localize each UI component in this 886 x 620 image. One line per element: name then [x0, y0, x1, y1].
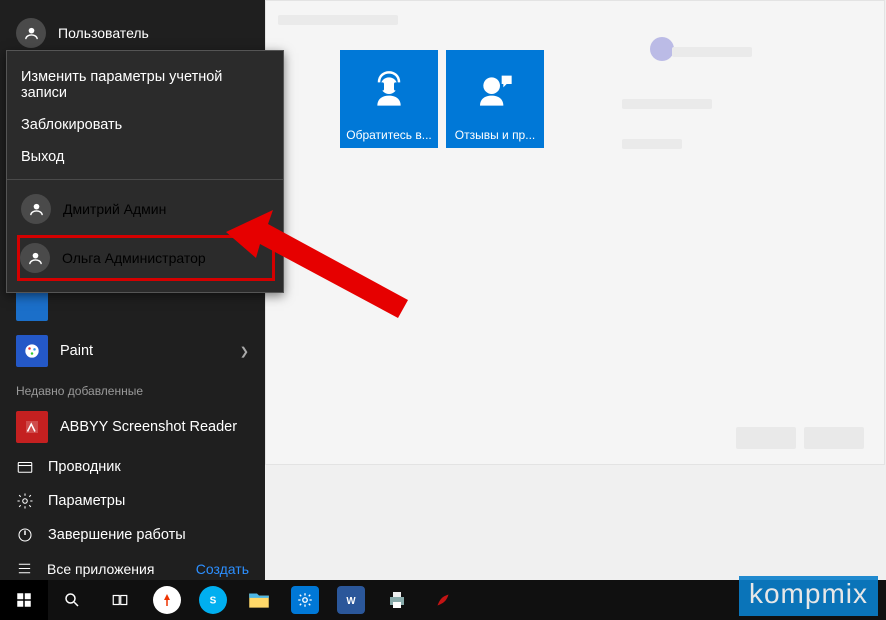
- switch-user-olga-highlighted[interactable]: Ольга Администратор: [17, 235, 275, 281]
- user-account-flyout: Изменить параметры учетной записи Заблок…: [6, 50, 284, 293]
- user-avatar-icon: [16, 18, 46, 48]
- create-link[interactable]: Создать: [196, 561, 249, 577]
- user-name-label: Ольга Администратор: [62, 250, 206, 266]
- user-avatar-icon: [21, 194, 51, 224]
- taskbar-app-explorer[interactable]: [236, 580, 282, 620]
- task-view-button[interactable]: [96, 580, 144, 620]
- gear-icon: [16, 492, 34, 510]
- paint-icon: [16, 335, 48, 367]
- signout-item[interactable]: Выход: [7, 141, 283, 173]
- change-account-settings[interactable]: Изменить параметры учетной записи: [7, 61, 283, 109]
- power-icon: [16, 526, 34, 544]
- taskbar-app-printer[interactable]: [374, 580, 420, 620]
- separator: [7, 179, 283, 180]
- recently-added-header: Недавно добавленные: [0, 374, 265, 404]
- yandex-icon: [153, 586, 181, 614]
- word-icon: W: [337, 586, 365, 614]
- search-icon: [63, 591, 81, 609]
- user-name-label: Дмитрий Админ: [63, 201, 166, 217]
- taskbar-app-word[interactable]: W: [328, 580, 374, 620]
- user-avatar-icon: [20, 243, 50, 273]
- start-menu-tiles: Обратитесь в... Отзывы и пр...: [340, 50, 544, 148]
- settings-button[interactable]: Параметры: [0, 484, 265, 518]
- power-label: Завершение работы: [48, 527, 186, 543]
- printer-icon: [383, 586, 411, 614]
- windows-icon: [15, 591, 33, 609]
- svg-text:S: S: [210, 595, 217, 606]
- app-label: ABBYY Screenshot Reader: [60, 419, 237, 435]
- support-icon: [369, 50, 409, 128]
- app-icon: [429, 586, 457, 614]
- taskbar-app-skype[interactable]: S: [190, 580, 236, 620]
- watermark: kompmix: [739, 576, 878, 616]
- power-button[interactable]: Завершение работы: [0, 518, 265, 552]
- tile-contact-support[interactable]: Обратитесь в...: [340, 50, 438, 148]
- explorer-icon: [16, 458, 34, 476]
- folder-icon: [245, 586, 273, 614]
- app-icon: [16, 289, 48, 321]
- chevron-right-icon: ❯: [240, 345, 249, 358]
- all-apps-label: Все приложения: [47, 561, 154, 577]
- feedback-icon: [475, 50, 515, 128]
- svg-text:W: W: [346, 596, 356, 607]
- current-user-name: Пользователь: [58, 25, 149, 41]
- start-menu-bottom: Проводник Параметры Завершение работы Вс…: [0, 450, 265, 595]
- tile-feedback[interactable]: Отзывы и пр...: [446, 50, 544, 148]
- tile-label: Отзывы и пр...: [455, 128, 536, 142]
- hamburger-icon: [16, 560, 33, 577]
- task-view-icon: [111, 591, 129, 609]
- app-item-paint[interactable]: Paint ❯: [0, 328, 265, 374]
- skype-icon: S: [199, 586, 227, 614]
- tile-label: Обратитесь в...: [346, 128, 432, 142]
- settings-icon: [291, 586, 319, 614]
- taskbar-app-yandex[interactable]: [144, 580, 190, 620]
- app-label: Paint: [60, 343, 93, 359]
- app-item-abbyy[interactable]: ABBYY Screenshot Reader: [0, 404, 265, 450]
- taskbar-app-settings[interactable]: [282, 580, 328, 620]
- explorer-label: Проводник: [48, 459, 121, 475]
- start-button[interactable]: [0, 580, 48, 620]
- taskbar-app-unknown-red[interactable]: [420, 580, 466, 620]
- explorer-button[interactable]: Проводник: [0, 450, 265, 484]
- abbyy-icon: [16, 411, 48, 443]
- lock-item[interactable]: Заблокировать: [7, 109, 283, 141]
- settings-label: Параметры: [48, 493, 125, 509]
- switch-user-dmitry[interactable]: Дмитрий Админ: [7, 186, 283, 232]
- search-button[interactable]: [48, 580, 96, 620]
